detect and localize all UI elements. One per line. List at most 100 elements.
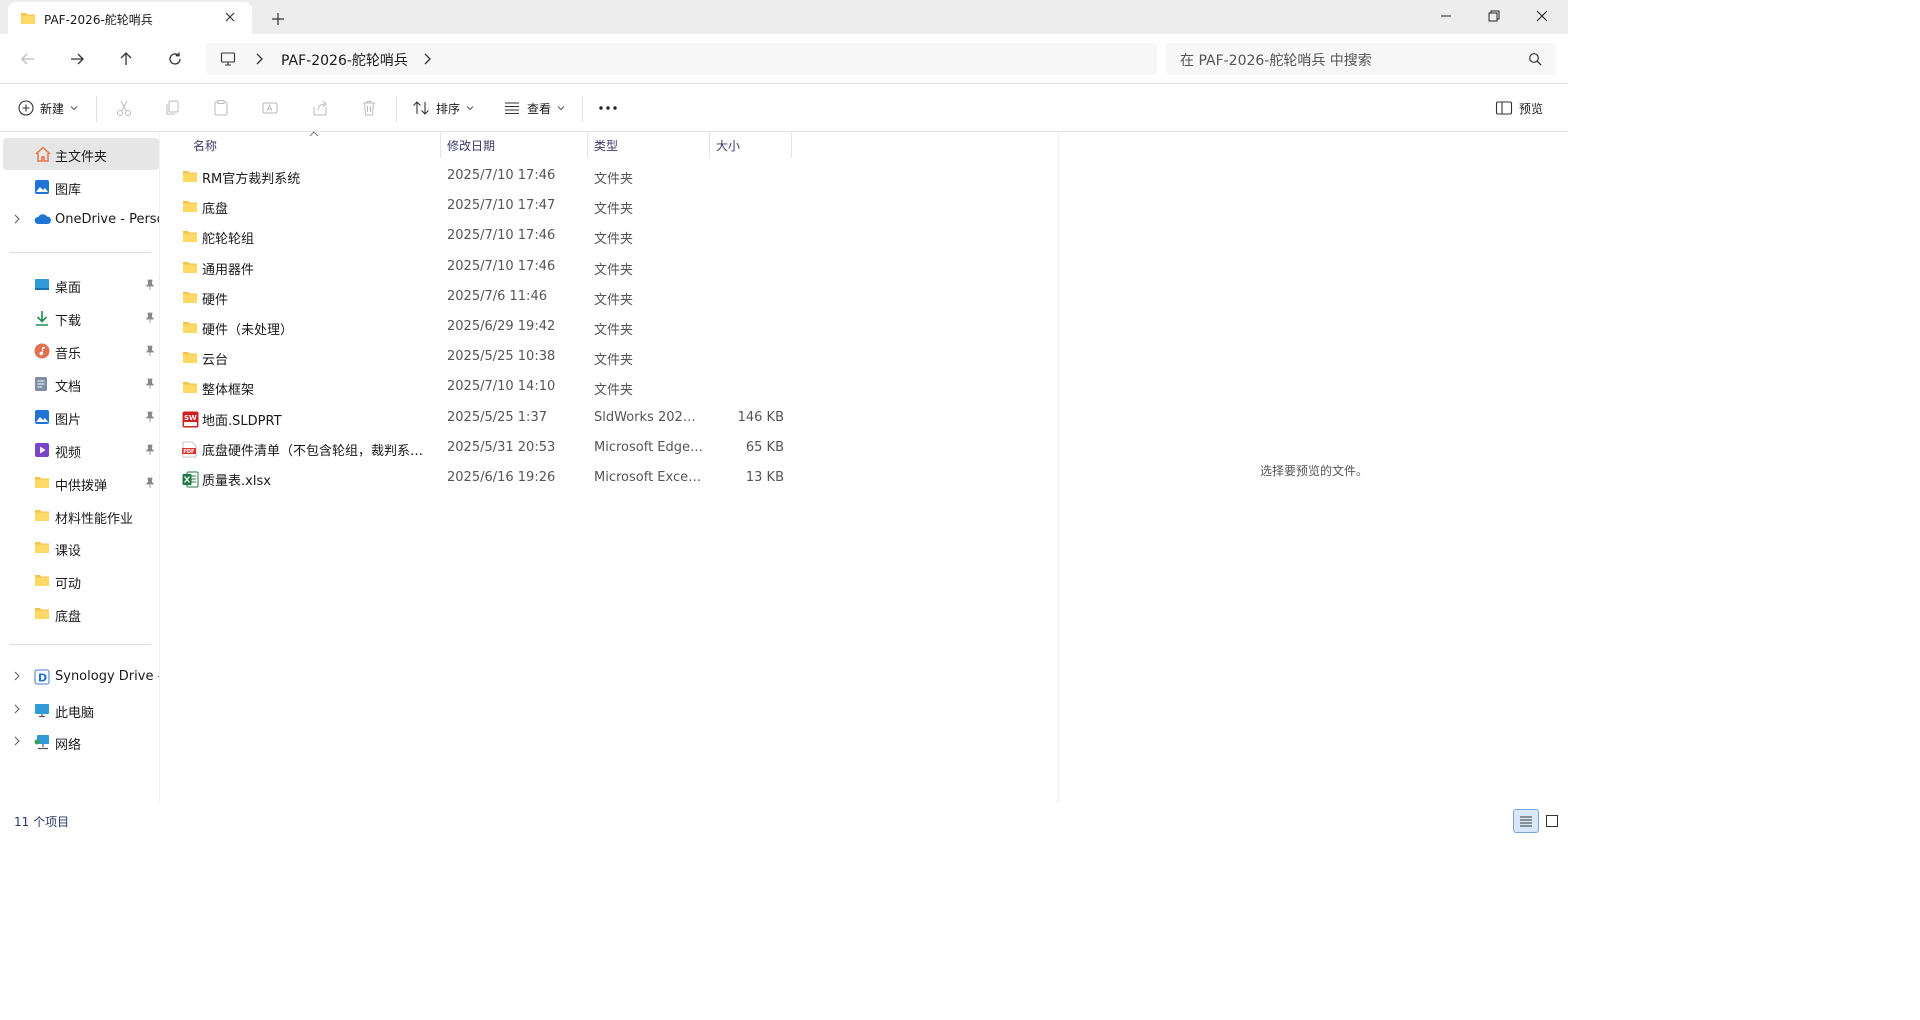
sidebar-item-label: 图库 [55, 183, 82, 198]
sidebar-item-label: 音乐 [55, 347, 82, 362]
file-size: 146 KB [737, 409, 784, 425]
file-row[interactable]: PDF 底盘硬件清单（不包含轮组，裁判系统）... 2025/5/31 20:53 M… [176, 434, 796, 464]
sidebar-item-folder[interactable]: 课设 [3, 532, 159, 564]
pin-icon[interactable] [145, 477, 155, 489]
restore-button[interactable] [1470, 0, 1518, 32]
sidebar-item-folder[interactable]: 材料性能作业 [3, 500, 159, 532]
close-tab-icon[interactable] [224, 11, 236, 23]
search-box[interactable]: 在 PAF-2026-舵轮哨兵 中搜索 [1166, 43, 1556, 75]
preview-pane-icon [1495, 101, 1513, 115]
chevron-right-icon[interactable] [13, 671, 21, 681]
pin-icon[interactable] [145, 279, 155, 291]
sidebar-item-pictures[interactable]: 图片 [3, 401, 159, 433]
file-row[interactable]: 舵轮轮组 2025/7/10 17:46 文件夹 [176, 222, 796, 252]
tiles-view-button[interactable] [1542, 809, 1562, 833]
sidebar-item-synology[interactable]: D Synology Drive - l [3, 661, 159, 693]
sidebar-item-documents[interactable]: 文档 [3, 368, 159, 400]
file-type: 文件夹 [594, 323, 634, 338]
chevron-right-icon[interactable] [422, 53, 432, 65]
chevron-right-icon[interactable] [13, 736, 21, 746]
file-row[interactable]: RM官方裁判系统 2025/7/10 17:46 文件夹 [176, 162, 796, 192]
sidebar-item-network[interactable]: 网络 [3, 726, 159, 758]
folder-icon [182, 350, 198, 364]
file-name: 底盘硬件清单（不包含轮组，裁判系统）... [202, 443, 434, 459]
file-row[interactable]: 硬件 2025/7/6 11:46 文件夹 [176, 283, 796, 313]
up-button[interactable] [113, 46, 139, 72]
file-name: RM官方裁判系统 [202, 172, 301, 187]
share-button[interactable] [311, 96, 329, 120]
column-header-type[interactable]: 类型 [594, 137, 618, 154]
sidebar-item-downloads[interactable]: 下载 [3, 302, 159, 334]
new-button[interactable]: 新建 [18, 96, 78, 120]
svg-text:D: D [38, 672, 47, 685]
refresh-button[interactable] [162, 46, 188, 72]
chevron-right-icon[interactable] [254, 53, 264, 65]
sidebar-item-folder[interactable]: 中供拨弹 [3, 467, 159, 499]
paste-button[interactable] [212, 96, 230, 120]
tab-current-folder[interactable]: PAF-2026-舵轮哨兵 [8, 2, 252, 34]
details-view-button[interactable] [1513, 809, 1539, 833]
close-window-button[interactable] [1518, 0, 1566, 32]
file-row[interactable]: 质量表.xlsx 2025/6/16 19:26 Microsoft Excel .… [176, 464, 796, 494]
sidebar-item-desktop[interactable]: 桌面 [3, 269, 159, 301]
column-divider[interactable] [791, 132, 792, 158]
new-tab-button[interactable] [266, 9, 290, 29]
chevron-right-icon[interactable] [13, 214, 21, 224]
pin-icon[interactable] [145, 345, 155, 357]
chevron-right-icon[interactable] [13, 704, 21, 714]
pin-icon[interactable] [145, 411, 155, 423]
delete-button[interactable] [360, 96, 378, 120]
navigation-bar: PAF-2026-舵轮哨兵 在 PAF-2026-舵轮哨兵 中搜索 [0, 34, 1568, 84]
file-row[interactable]: 通用器件 2025/7/10 17:46 文件夹 [176, 253, 796, 283]
address-bar[interactable]: PAF-2026-舵轮哨兵 [206, 43, 1157, 75]
view-button[interactable]: 查看 [503, 96, 565, 120]
file-date: 2025/5/31 20:53 [447, 439, 556, 455]
sidebar-item-label: 桌面 [55, 281, 82, 296]
minimize-button[interactable] [1422, 0, 1470, 32]
divider [10, 252, 151, 253]
column-header-date[interactable]: 修改日期 [447, 137, 495, 154]
sort-button[interactable]: 排序 [412, 96, 474, 120]
video-icon [34, 442, 50, 458]
sidebar-item-onedrive[interactable]: OneDrive - Person [3, 204, 159, 236]
pin-icon[interactable] [145, 444, 155, 456]
sidebar-item-label: 底盘 [55, 610, 82, 625]
preview-pane-button[interactable]: 预览 [1495, 96, 1543, 120]
column-header-size[interactable]: 大小 [716, 137, 740, 154]
file-date: 2025/7/10 17:47 [447, 198, 556, 214]
copy-button[interactable] [163, 96, 181, 120]
folder-icon [182, 290, 198, 304]
cut-button[interactable] [115, 96, 133, 120]
forward-button[interactable] [64, 46, 90, 72]
breadcrumb[interactable]: PAF-2026-舵轮哨兵 [281, 50, 408, 70]
sidebar-item-gallery[interactable]: 图库 [3, 171, 159, 203]
sidebar-item-label: 文档 [55, 380, 82, 395]
column-divider[interactable] [440, 132, 441, 158]
file-date: 2025/7/10 17:46 [447, 228, 556, 244]
more-options-button[interactable] [598, 96, 618, 120]
pin-icon[interactable] [145, 312, 155, 324]
arrow-up-icon [120, 52, 132, 65]
search-icon[interactable] [1528, 52, 1542, 66]
sidebar-item-home[interactable]: 主文件夹 [3, 138, 159, 170]
sidebar-item-label: 可动 [55, 577, 82, 592]
column-divider[interactable] [587, 132, 588, 158]
column-header-name[interactable]: 名称 [193, 137, 217, 154]
rename-button[interactable] [261, 96, 279, 120]
file-row[interactable]: 整体框架 2025/7/10 14:10 文件夹 [176, 373, 796, 403]
chevron-down-icon [466, 106, 474, 111]
column-divider[interactable] [709, 132, 710, 158]
sidebar-item-videos[interactable]: 视频 [3, 434, 159, 466]
sidebar-item-this-pc[interactable]: 此电脑 [3, 694, 159, 726]
sidebar-item-music[interactable]: 音乐 [3, 335, 159, 367]
file-row[interactable]: 硬件（未处理） 2025/6/29 19:42 文件夹 [176, 313, 796, 343]
sidebar-item-folder[interactable]: 可动 [3, 565, 159, 597]
file-row[interactable]: 云台 2025/5/25 10:38 文件夹 [176, 343, 796, 373]
title-bar: PAF-2026-舵轮哨兵 [0, 0, 1568, 34]
back-button[interactable] [15, 46, 41, 72]
file-row[interactable]: 底盘 2025/7/10 17:47 文件夹 [176, 192, 796, 222]
pin-icon[interactable] [145, 378, 155, 390]
sidebar-item-folder[interactable]: 底盘 [3, 598, 159, 630]
search-input[interactable]: 在 PAF-2026-舵轮哨兵 中搜索 [1180, 50, 1372, 70]
file-row[interactable]: SW 地面.SLDPRT 2025/5/25 1:37 SldWorks 2024 .… [176, 404, 796, 434]
